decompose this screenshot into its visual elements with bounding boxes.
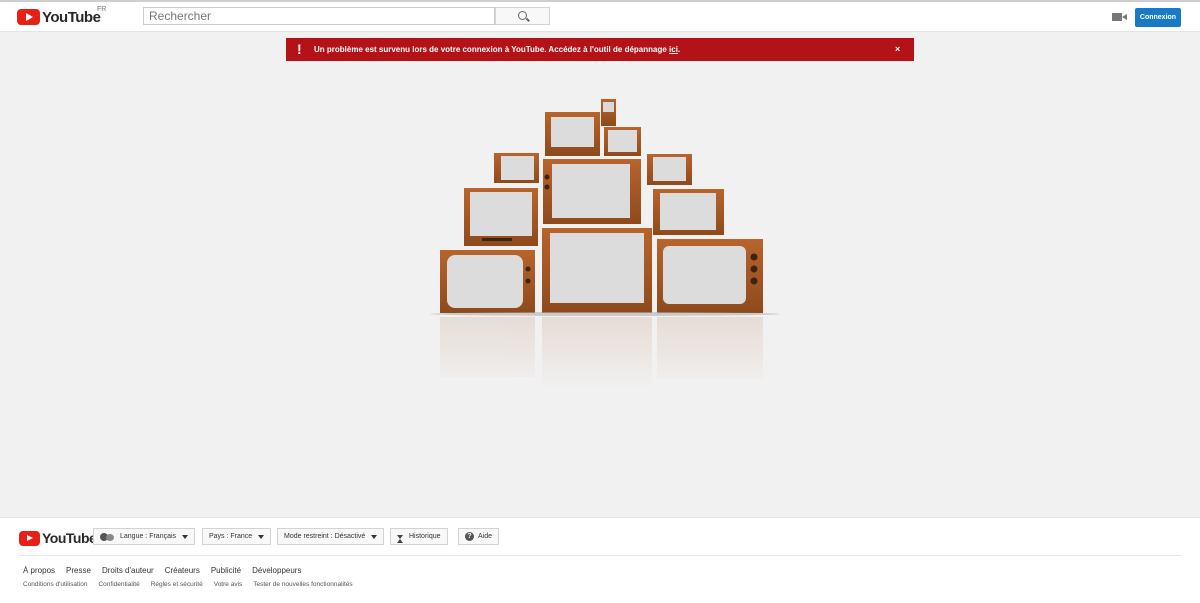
tv-stack-illustration <box>420 99 790 390</box>
hourglass-icon <box>397 534 403 543</box>
language-button[interactable]: Langue : Français <box>93 528 196 545</box>
footer-link-terms[interactable]: Conditions d'utilisation <box>23 581 87 588</box>
search-icon <box>518 11 527 20</box>
country-code: FR <box>97 6 107 13</box>
footer-link-press[interactable]: Presse <box>66 566 91 575</box>
alert-message: Un problème est survenu lors de votre co… <box>314 45 680 54</box>
alert-text: Un problème est survenu lors de votre co… <box>314 45 670 54</box>
tv-center-bottom <box>542 228 652 313</box>
alert-icon: ! <box>297 41 302 57</box>
footer-link-about[interactable]: À propos <box>23 566 55 575</box>
tv-right-small <box>647 154 692 185</box>
tv-left-middle <box>464 188 538 246</box>
footer: YouTube Langue : Français Pays : France … <box>0 517 1200 603</box>
help-button[interactable]: ? Aide <box>458 528 500 545</box>
tv-center-middle <box>543 159 641 224</box>
chevron-down-icon <box>182 534 189 539</box>
tv-medium-top <box>545 112 600 156</box>
troubleshoot-link[interactable]: ici <box>669 45 678 54</box>
restricted-mode-label: Mode restreint : Désactivé <box>284 533 366 540</box>
help-label: Aide <box>478 533 493 540</box>
close-icon[interactable]: × <box>895 44 900 54</box>
tv-left-bottom <box>440 250 535 313</box>
history-label: Historique <box>409 533 441 540</box>
chevron-down-icon <box>258 534 265 539</box>
footer-link-copyright[interactable]: Droits d'auteur <box>102 566 154 575</box>
search-button[interactable] <box>495 7 550 25</box>
sign-in-button[interactable]: Connexion <box>1135 8 1181 27</box>
youtube-logo[interactable]: YouTube FR <box>17 6 106 26</box>
tv-right-middle <box>653 189 724 235</box>
footer-link-feedback[interactable]: Votre avis <box>214 581 243 588</box>
tv-right-bottom <box>657 239 763 313</box>
tv-small-top-right <box>604 127 641 156</box>
restricted-mode-button[interactable]: Mode restreint : Désactivé <box>277 528 385 545</box>
search-input[interactable] <box>143 7 495 25</box>
footer-primary-links: À propos Presse Droits d'auteur Créateur… <box>23 566 301 575</box>
country-button[interactable]: Pays : France <box>202 528 272 545</box>
footer-secondary-links: Conditions d'utilisation Confidentialité… <box>23 581 353 588</box>
history-button[interactable]: Historique <box>390 528 448 545</box>
footer-link-policy[interactable]: Règles et sécurité <box>151 581 203 588</box>
language-label: Langue : Français <box>120 533 177 540</box>
footer-link-test-features[interactable]: Tester de nouvelles fonctionnalités <box>253 581 352 588</box>
language-icon <box>100 532 116 541</box>
footer-link-creators[interactable]: Créateurs <box>165 566 200 575</box>
footer-link-developers[interactable]: Développeurs <box>252 566 301 575</box>
country-label: Pays : France <box>209 533 253 540</box>
footer-divider <box>18 555 1182 556</box>
error-alert: ! Un problème est survenu lors de votre … <box>286 38 914 61</box>
footer-youtube-logo[interactable]: YouTube <box>19 530 97 546</box>
alert-end: . <box>677 45 681 54</box>
tv-left-small <box>494 153 539 183</box>
youtube-play-icon <box>17 9 40 25</box>
footer-link-privacy[interactable]: Confidentialité <box>98 581 139 588</box>
help-icon: ? <box>465 532 474 541</box>
video-camera-icon[interactable] <box>1112 13 1127 21</box>
logo-text: YouTube <box>42 8 101 26</box>
footer-logo-text: YouTube <box>42 530 97 546</box>
youtube-play-icon <box>19 530 40 546</box>
chevron-down-icon <box>371 534 378 539</box>
masthead: YouTube FR Connexion <box>0 2 1200 32</box>
footer-link-advertise[interactable]: Publicité <box>211 566 241 575</box>
tv-small-top <box>601 99 616 126</box>
